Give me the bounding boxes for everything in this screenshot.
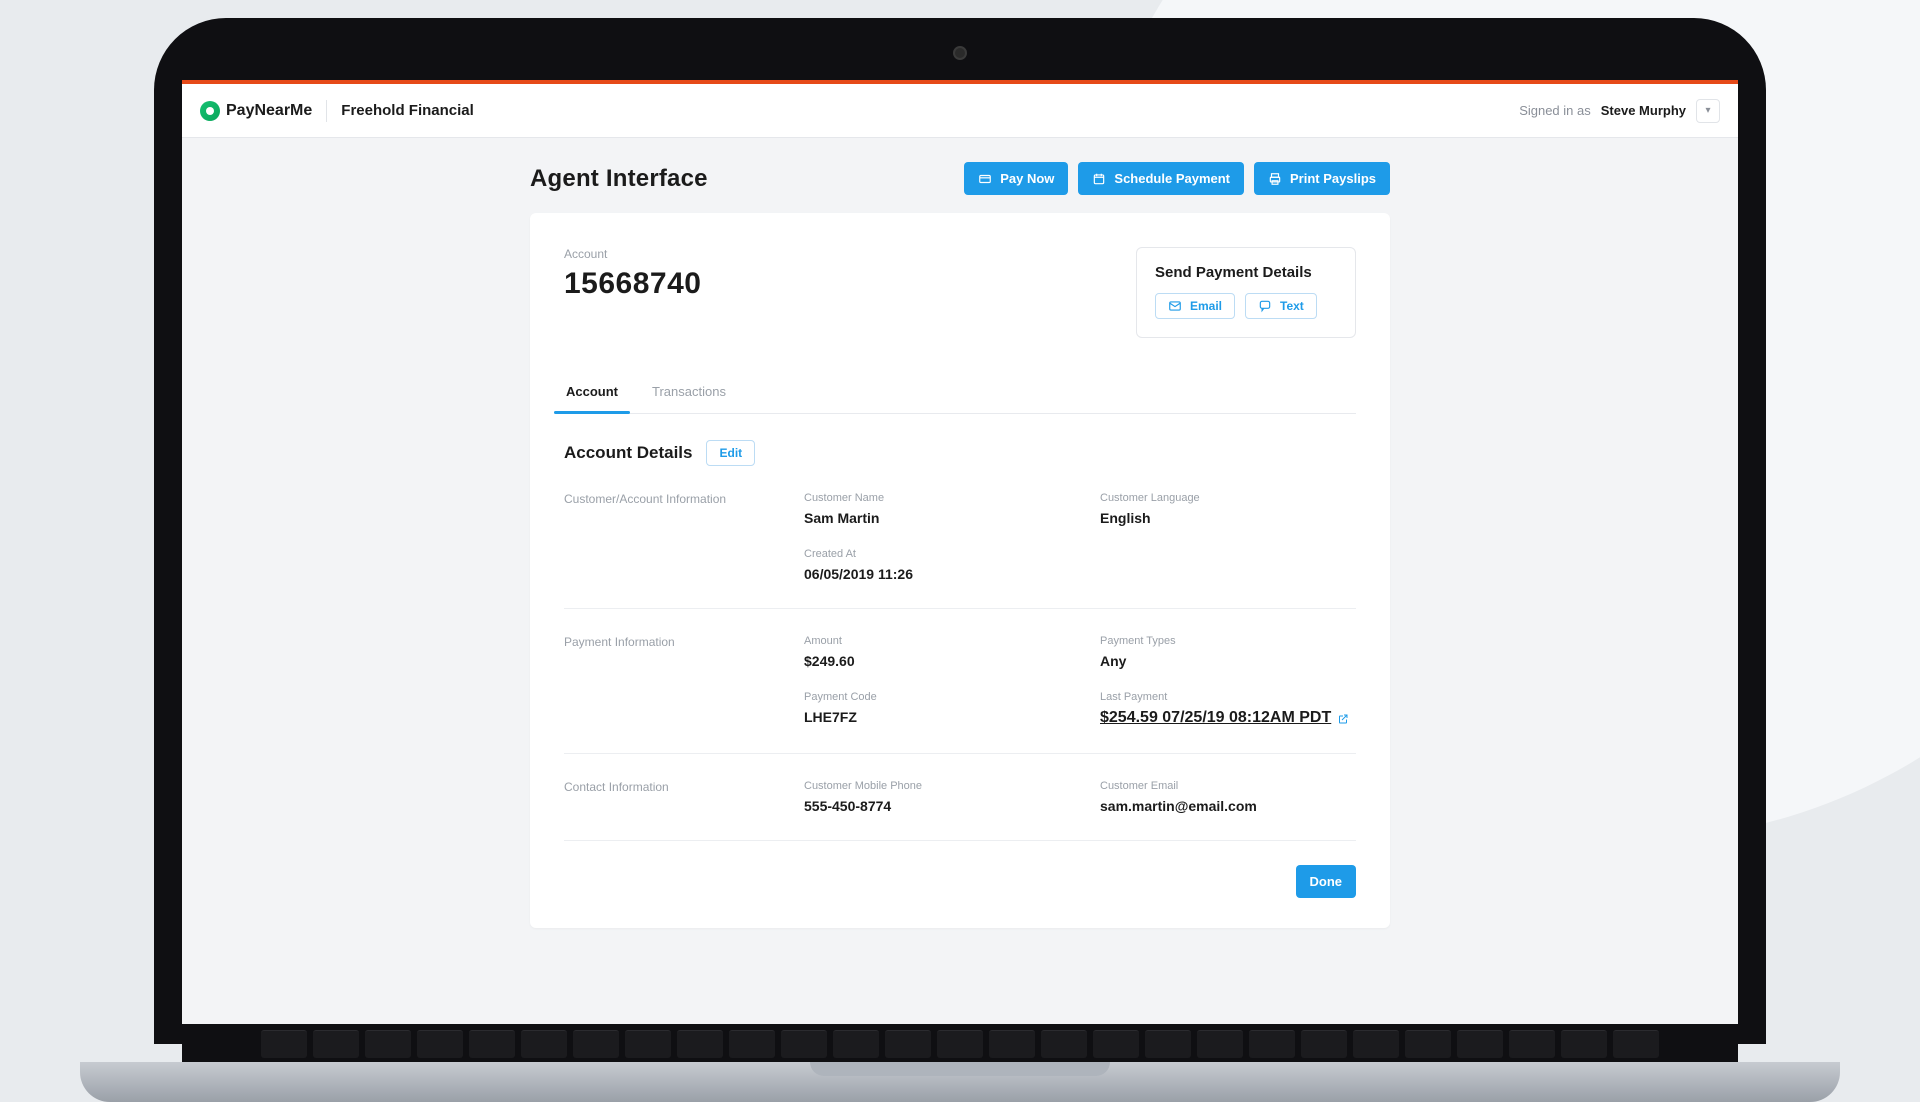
calendar-icon xyxy=(1092,172,1106,186)
schedule-payment-label: Schedule Payment xyxy=(1114,171,1230,186)
card-top-row: Account 15668740 Send Payment Details xyxy=(564,247,1356,338)
signed-in-prefix: Signed in as xyxy=(1519,103,1591,118)
app-screen: PayNearMe Freehold Financial Signed in a… xyxy=(182,80,1738,1040)
payment-code-value: LHE7FZ xyxy=(804,709,1060,725)
logo-mark-icon xyxy=(200,101,220,121)
print-payslips-label: Print Payslips xyxy=(1290,171,1376,186)
amount-value: $249.60 xyxy=(804,653,1060,669)
send-text-label: Text xyxy=(1280,299,1304,313)
tab-account[interactable]: Account xyxy=(564,374,620,413)
app-header: PayNearMe Freehold Financial Signed in a… xyxy=(182,84,1738,138)
payment-types-field: Payment Types Any xyxy=(1100,635,1356,669)
customer-language-label: Customer Language xyxy=(1100,492,1356,504)
amount-field: Amount $249.60 xyxy=(804,635,1060,669)
tab-transactions[interactable]: Transactions xyxy=(650,374,728,413)
created-at-field: Created At 06/05/2019 11:26 xyxy=(804,548,1060,582)
contact-info-block: Contact Information Customer Mobile Phon… xyxy=(564,754,1356,841)
mail-icon xyxy=(1168,299,1182,313)
payment-code-field: Payment Code LHE7FZ xyxy=(804,691,1060,725)
customer-email-value: sam.martin@email.com xyxy=(1100,798,1356,814)
camera-dot xyxy=(953,46,967,60)
payment-col1: Amount $249.60 Payment Code LHE7FZ xyxy=(804,635,1060,727)
laptop-body: PayNearMe Freehold Financial Signed in a… xyxy=(154,18,1766,1044)
last-payment-label: Last Payment xyxy=(1100,691,1356,703)
main-card: Account 15668740 Send Payment Details xyxy=(530,213,1390,928)
schedule-payment-button[interactable]: Schedule Payment xyxy=(1078,162,1244,195)
customer-name-value: Sam Martin xyxy=(804,510,1060,526)
payment-group-label: Payment Information xyxy=(564,635,764,727)
section-title-row: Account Details Edit xyxy=(564,440,1356,466)
message-icon xyxy=(1258,299,1272,313)
laptop-mockup: PayNearMe Freehold Financial Signed in a… xyxy=(154,18,1766,1044)
payment-info-block: Payment Information Amount $249.60 Payme… xyxy=(564,609,1356,754)
account-details-title: Account Details xyxy=(564,443,692,463)
external-link-icon xyxy=(1337,712,1349,724)
pay-now-label: Pay Now xyxy=(1000,171,1054,186)
header-right: Signed in as Steve Murphy ▾ xyxy=(1519,99,1720,123)
last-payment-link[interactable]: $254.59 07/25/19 08:12AM PDT xyxy=(1100,709,1349,727)
account-block: Account 15668740 xyxy=(564,247,701,301)
edit-label: Edit xyxy=(719,446,742,460)
send-box-title: Send Payment Details xyxy=(1155,264,1337,281)
print-payslips-button[interactable]: Print Payslips xyxy=(1254,162,1390,195)
customer-col2: Customer Language English xyxy=(1100,492,1356,582)
payment-types-value: Any xyxy=(1100,653,1356,669)
customer-mobile-value: 555-450-8774 xyxy=(804,798,1060,814)
done-row: Done xyxy=(564,865,1356,898)
customer-name-field: Customer Name Sam Martin xyxy=(804,492,1060,526)
customer-email-label: Customer Email xyxy=(1100,780,1356,792)
edit-account-button[interactable]: Edit xyxy=(706,440,755,466)
current-user-name: Steve Murphy xyxy=(1601,103,1686,118)
laptop-trackpad-notch xyxy=(810,1062,1110,1076)
keyboard-strip xyxy=(182,1024,1738,1064)
page-title: Agent Interface xyxy=(530,165,708,193)
contact-col2: Customer Email sam.martin@email.com xyxy=(1100,780,1356,814)
customer-language-field: Customer Language English xyxy=(1100,492,1356,526)
tabs: Account Transactions xyxy=(564,374,1356,414)
user-menu-trigger[interactable]: ▾ xyxy=(1696,99,1720,123)
done-button[interactable]: Done xyxy=(1296,865,1357,898)
chevron-down-icon: ▾ xyxy=(1705,105,1710,116)
page-body: Agent Interface Pay Now xyxy=(182,138,1738,968)
title-row: Agent Interface Pay Now xyxy=(530,162,1390,195)
last-payment-field: Last Payment $254.59 07/25/19 08:12AM PD… xyxy=(1100,691,1356,727)
brand-logo[interactable]: PayNearMe xyxy=(200,101,312,121)
page-inner: Agent Interface Pay Now xyxy=(530,162,1390,928)
done-label: Done xyxy=(1310,874,1343,889)
contact-group-label: Contact Information xyxy=(564,780,764,814)
account-label: Account xyxy=(564,247,701,261)
header-left: PayNearMe Freehold Financial xyxy=(200,100,474,122)
send-email-button[interactable]: Email xyxy=(1155,293,1235,319)
header-divider xyxy=(326,100,327,122)
customer-info-block: Customer/Account Information Customer Na… xyxy=(564,466,1356,609)
payment-col2: Payment Types Any Last Payment $254.59 0… xyxy=(1100,635,1356,727)
account-number: 15668740 xyxy=(564,267,701,301)
client-name: Freehold Financial xyxy=(341,102,474,119)
send-buttons: Email Text xyxy=(1155,293,1337,319)
contact-col1: Customer Mobile Phone 555-450-8774 xyxy=(804,780,1060,814)
send-text-button[interactable]: Text xyxy=(1245,293,1317,319)
card-icon xyxy=(978,172,992,186)
printer-icon xyxy=(1268,172,1282,186)
brand-name: PayNearMe xyxy=(226,102,312,120)
customer-group-label: Customer/Account Information xyxy=(564,492,764,582)
action-button-row: Pay Now Schedule Payment xyxy=(964,162,1390,195)
customer-mobile-field: Customer Mobile Phone 555-450-8774 xyxy=(804,780,1060,814)
amount-label: Amount xyxy=(804,635,1060,647)
laptop-camera xyxy=(953,46,967,60)
customer-name-label: Customer Name xyxy=(804,492,1060,504)
pay-now-button[interactable]: Pay Now xyxy=(964,162,1068,195)
created-at-label: Created At xyxy=(804,548,1060,560)
customer-col1: Customer Name Sam Martin Created At 06/0… xyxy=(804,492,1060,582)
payment-types-label: Payment Types xyxy=(1100,635,1356,647)
last-payment-value: $254.59 07/25/19 08:12AM PDT xyxy=(1100,709,1331,727)
send-email-label: Email xyxy=(1190,299,1222,313)
send-payment-details-box: Send Payment Details Email xyxy=(1136,247,1356,338)
customer-mobile-label: Customer Mobile Phone xyxy=(804,780,1060,792)
payment-code-label: Payment Code xyxy=(804,691,1060,703)
customer-email-field: Customer Email sam.martin@email.com xyxy=(1100,780,1356,814)
created-at-value: 06/05/2019 11:26 xyxy=(804,566,1060,582)
customer-language-value: English xyxy=(1100,510,1356,526)
